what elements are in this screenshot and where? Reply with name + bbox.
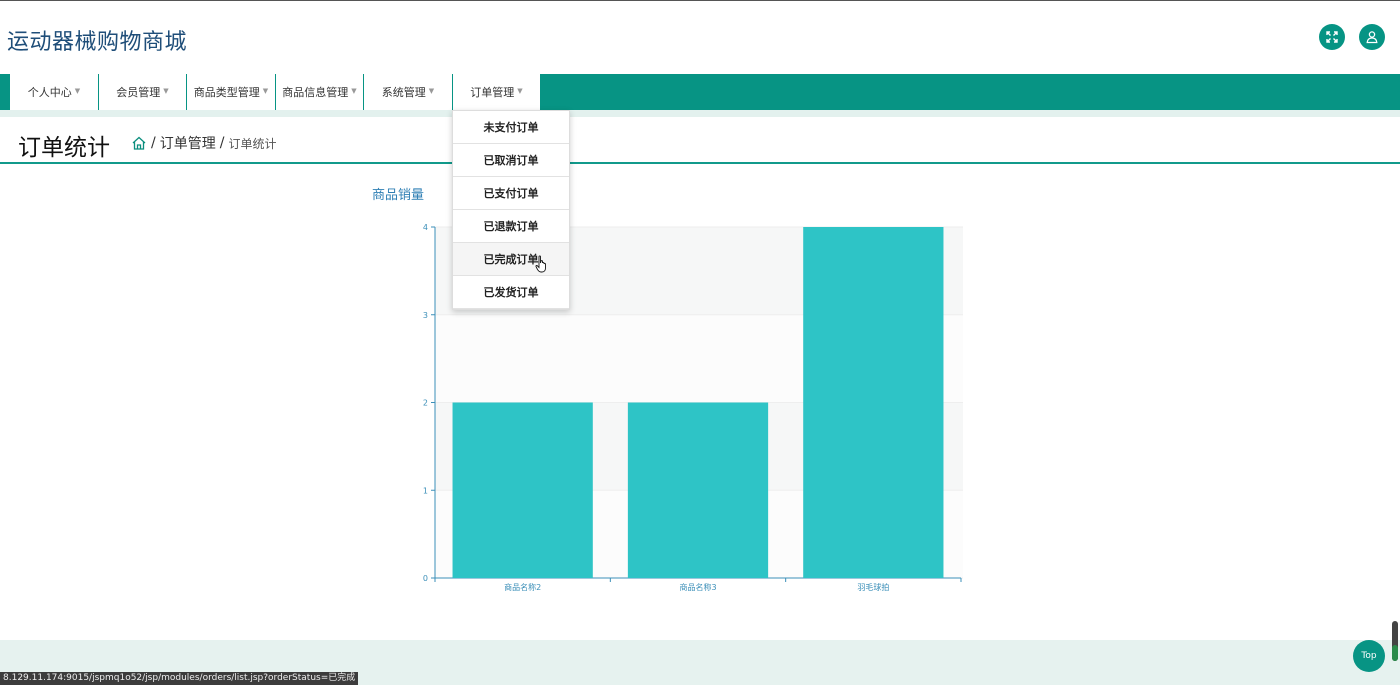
chart-title: 商品销量 xyxy=(372,188,425,203)
nav-item-label: 商品信息管理 xyxy=(282,86,349,99)
nav-item-label: 商品类型管理 xyxy=(193,86,260,99)
dropdown-item-refunded-orders[interactable]: 已退款订单 xyxy=(453,210,569,243)
chart-bar xyxy=(627,402,769,578)
breadcrumb-current: 订单统计 xyxy=(228,136,277,151)
dropdown-item-unpaid-orders[interactable]: 未支付订单 xyxy=(453,111,569,144)
nav-item-label: 系统管理 xyxy=(381,86,426,99)
expand-icon xyxy=(1326,31,1338,43)
order-management-dropdown: 未支付订单 已取消订单 已支付订单 已退款订单 已完成订单 已发货订单 xyxy=(452,110,570,310)
nav-item-order-management[interactable]: 订单管理 ▼ xyxy=(453,74,540,110)
chart-x-tick-label: 羽毛球拍 xyxy=(857,582,889,592)
nav-item-product-type-management[interactable]: 商品类型管理 ▼ xyxy=(187,74,275,110)
chart-y-tick-label: 1 xyxy=(423,486,428,495)
home-icon[interactable] xyxy=(131,135,147,151)
nav-item-label: 个人中心 xyxy=(27,86,72,99)
user-icon xyxy=(1366,31,1378,44)
caret-down-icon: ▼ xyxy=(517,87,523,95)
caret-down-icon: ▼ xyxy=(163,87,169,95)
dropdown-item-completed-orders[interactable]: 已完成订单 xyxy=(453,243,569,276)
hand-cursor-icon xyxy=(535,255,546,273)
caret-down-icon: ▼ xyxy=(74,87,81,95)
chart-bar xyxy=(803,227,944,578)
top-border xyxy=(0,0,1400,1)
breadcrumb-order-management[interactable]: 订单管理 xyxy=(160,133,216,153)
chart-bar xyxy=(452,402,593,578)
chart-y-tick-label: 3 xyxy=(423,311,428,320)
nav-item-product-info-management[interactable]: 商品信息管理 ▼ xyxy=(276,74,363,110)
chart-y-tick-label: 0 xyxy=(423,574,428,583)
nav-item-member-management[interactable]: 会员管理 ▼ xyxy=(99,74,186,110)
fullscreen-button[interactable] xyxy=(1319,24,1345,50)
dropdown-item-cancelled-orders[interactable]: 已取消订单 xyxy=(453,144,569,177)
breadcrumb-separator: / xyxy=(219,135,225,151)
nav-item-label: 订单管理 xyxy=(470,86,515,99)
back-to-top-button[interactable]: Top xyxy=(1353,640,1385,672)
nav-item-personal-center[interactable]: 个人中心 ▼ xyxy=(10,74,98,110)
caret-down-icon: ▼ xyxy=(428,87,435,95)
chart-x-tick-label: 商品名称2 xyxy=(504,582,541,592)
dropdown-item-shipped-orders[interactable]: 已发货订单 xyxy=(453,276,569,309)
dropdown-item-paid-orders[interactable]: 已支付订单 xyxy=(453,177,569,210)
caret-down-icon: ▼ xyxy=(262,87,269,95)
sub-header-band xyxy=(0,110,1400,117)
breadcrumb: / 订单管理 / 订单统计 xyxy=(131,133,276,153)
main-navbar: 个人中心 ▼ 会员管理 ▼ 商品类型管理 ▼ 商品信息管理 ▼ 系统管理 ▼ 订单管理 ▼ xyxy=(0,74,1400,110)
nav-item-system-management[interactable]: 系统管理 ▼ xyxy=(364,74,452,110)
status-bar-url: 8.129.11.174:9015/jspmq1o52/jsp/modules/… xyxy=(0,672,359,685)
chart-x-tick-label: 商品名称3 xyxy=(679,582,716,592)
chart-y-tick-label: 4 xyxy=(423,223,428,232)
breadcrumb-separator: / xyxy=(151,135,156,151)
app-window: 运动器械购物商城 个人中心 ▼ 会员管理 ▼ 商品类型管理 ▼ 商品信息管理 ▼ 系统管… xyxy=(0,0,1400,685)
header-divider xyxy=(0,162,1400,164)
site-title: 运动器械购物商城 xyxy=(7,30,188,55)
user-button[interactable] xyxy=(1359,24,1385,50)
page-title: 订单统计 xyxy=(18,135,110,161)
caret-down-icon: ▼ xyxy=(351,87,357,95)
nav-item-label: 会员管理 xyxy=(116,86,161,99)
scrollbar-indicator xyxy=(1392,645,1398,661)
chart-y-tick-label: 2 xyxy=(423,399,428,408)
